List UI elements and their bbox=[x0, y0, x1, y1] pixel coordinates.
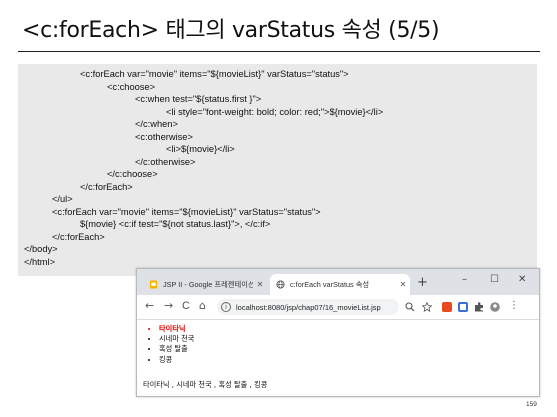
menu-icon[interactable]: ⋮ bbox=[509, 299, 519, 313]
tab-label: JSP II - Google 프레젠테이션 bbox=[163, 279, 253, 289]
code-line: </html> bbox=[24, 256, 56, 267]
code-line: <c:when test="${status.first }"> bbox=[135, 94, 262, 104]
tab-label: c:forEach varStatus 속성 bbox=[290, 279, 370, 289]
new-tab-button[interactable]: + bbox=[417, 276, 428, 290]
code-line: </c:otherwise> bbox=[135, 156, 196, 167]
code-block: <c:forEach var="movie" items="${movieLis… bbox=[18, 64, 537, 276]
star-icon[interactable] bbox=[422, 302, 432, 312]
maximize-button[interactable]: ☐ bbox=[490, 274, 499, 285]
tab-bar: JSP II - Google 프레젠테이션 ✕ c:forEach varSt… bbox=[137, 269, 539, 295]
code-line: <li style="font-weight: bold; color: red… bbox=[166, 106, 384, 117]
code-line: <li>${movie}</li> bbox=[166, 144, 235, 154]
globe-icon bbox=[276, 280, 285, 289]
zoom-icon[interactable] bbox=[405, 302, 415, 312]
close-icon[interactable]: ✕ bbox=[253, 280, 267, 289]
code-line: </c:when> bbox=[135, 119, 178, 129]
close-window-button[interactable]: ✕ bbox=[518, 274, 526, 285]
code-line: <c:forEach var="movie" items="${movieLis… bbox=[80, 69, 349, 79]
back-button[interactable]: ← bbox=[145, 299, 154, 313]
code-line: <c:forEach var="movie" items="${movieLis… bbox=[52, 206, 321, 217]
page-content: 타이타닉 시네마 천국 혹성 탈출 킹콩 타이타닉 , 시네마 천국 , 혹성 … bbox=[137, 320, 539, 396]
code-line: </c:choose> bbox=[107, 169, 158, 179]
list-item: 타이타닉 bbox=[159, 324, 194, 334]
browser-toolbar: ← → C ⌂ i localhost:8080/jsp/chap07/16_m… bbox=[137, 295, 539, 320]
close-icon[interactable]: ✕ bbox=[396, 280, 410, 289]
code-line: </ul> bbox=[52, 194, 73, 204]
address-bar[interactable]: i localhost:8080/jsp/chap07/16_movieList… bbox=[217, 299, 399, 315]
extension-blue-icon[interactable] bbox=[458, 302, 468, 312]
code-line: <c:otherwise> bbox=[135, 131, 193, 142]
url-text: localhost:8080/jsp/chap07/16_movieList.j… bbox=[236, 302, 381, 312]
reload-button[interactable]: C bbox=[182, 299, 190, 313]
movie-list: 타이타닉 시네마 천국 혹성 탈출 킹콩 bbox=[151, 324, 194, 365]
puzzle-icon[interactable] bbox=[474, 302, 484, 312]
list-item: 혹성 탈출 bbox=[159, 344, 194, 354]
avatar[interactable] bbox=[490, 302, 500, 312]
joined-movie-text: 타이타닉 , 시네마 천국 , 혹성 탈출 , 킹콩 bbox=[143, 380, 268, 389]
code-line: </c:forEach> bbox=[80, 181, 133, 192]
tab-movie-list[interactable]: c:forEach varStatus 속성 ✕ bbox=[270, 274, 410, 295]
home-button[interactable]: ⌂ bbox=[199, 299, 206, 313]
extension-red-icon[interactable] bbox=[442, 302, 452, 312]
browser-window: JSP II - Google 프레젠테이션 ✕ c:forEach varSt… bbox=[136, 268, 540, 397]
forward-button[interactable]: → bbox=[164, 299, 173, 313]
list-item: 시네마 천국 bbox=[159, 334, 194, 344]
tab-slides[interactable]: JSP II - Google 프레젠테이션 ✕ bbox=[143, 274, 267, 295]
slide-title: <c:forEach> 태그의 varStatus 속성 (5/5) bbox=[22, 18, 440, 43]
page-number: 159 bbox=[526, 401, 537, 408]
code-line: </c:forEach> bbox=[52, 231, 105, 242]
minimize-button[interactable]: – bbox=[462, 274, 467, 285]
title-divider bbox=[18, 51, 540, 52]
slides-icon bbox=[149, 280, 158, 289]
code-line: ${movie} <c:if test="${not status.last}"… bbox=[80, 219, 271, 229]
list-item: 킹콩 bbox=[159, 355, 194, 365]
code-line: <c:choose> bbox=[107, 81, 156, 92]
info-icon[interactable]: i bbox=[221, 302, 231, 312]
code-line: </body> bbox=[24, 244, 58, 254]
